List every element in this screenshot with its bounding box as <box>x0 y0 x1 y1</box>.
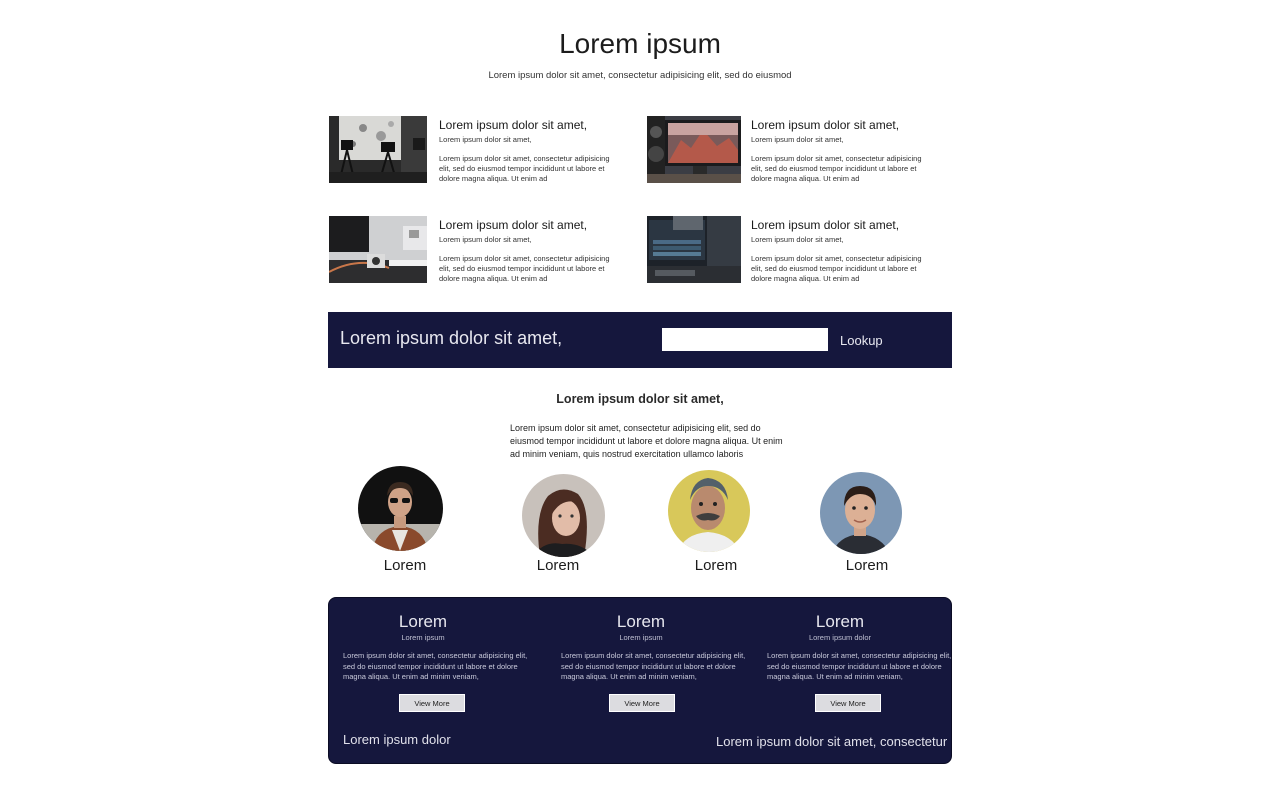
feature-title: Lorem ipsum dolor sit amet, <box>751 118 900 132</box>
man-sunglasses-avatar <box>358 466 443 551</box>
feature-item: Lorem ipsum dolor sit amet, Lorem ipsum … <box>329 216 629 284</box>
feature-item: Lorem ipsum dolor sit amet, Lorem ipsum … <box>647 116 947 184</box>
editing-workstation-photo <box>647 216 741 283</box>
view-more-button[interactable]: View More <box>609 694 675 712</box>
feature-body: Lorem ipsum dolor sit amet, consectetur … <box>751 254 922 283</box>
feature-item: Lorem ipsum dolor sit amet, Lorem ipsum … <box>329 116 629 184</box>
feature-subtitle: Lorem ipsum dolor sit amet, <box>439 235 532 244</box>
card-body: Lorem ipsum dolor sit amet, consectetur … <box>561 651 746 681</box>
page-subtitle: Lorem ipsum dolor sit amet, consectetur … <box>488 70 792 81</box>
feature-body: Lorem ipsum dolor sit amet, consectetur … <box>439 254 610 283</box>
desktop-monitor-photo <box>647 116 741 183</box>
lookup-button[interactable]: Lookup <box>836 333 887 348</box>
card-subtitle: Lorem ipsum dolor <box>808 633 872 642</box>
footer-left-text: Lorem ipsum dolor <box>343 732 451 747</box>
woman-avatar <box>522 474 605 557</box>
camera-studio-photo <box>329 116 427 183</box>
team-description: Lorem ipsum dolor sit amet, consectetur … <box>510 423 783 459</box>
member-name: Lorem <box>383 557 427 574</box>
feature-subtitle: Lorem ipsum dolor sit amet, <box>439 135 532 144</box>
feature-subtitle: Lorem ipsum dolor sit amet, <box>751 135 844 144</box>
view-more-button[interactable]: View More <box>399 694 465 712</box>
young-man-avatar <box>820 472 902 554</box>
card-body: Lorem ipsum dolor sit amet, consectetur … <box>767 651 952 681</box>
member-name: Lorem <box>536 557 580 574</box>
feature-title: Lorem ipsum dolor sit amet, <box>751 218 900 232</box>
feature-title: Lorem ipsum dolor sit amet, <box>439 218 588 232</box>
card-subtitle: Lorem ipsum <box>401 633 445 642</box>
feature-subtitle: Lorem ipsum dolor sit amet, <box>751 235 844 244</box>
card-body: Lorem ipsum dolor sit amet, consectetur … <box>343 651 528 681</box>
card-title: Lorem <box>398 612 448 631</box>
page-title: Lorem ipsum <box>559 28 721 59</box>
feature-body: Lorem ipsum dolor sit amet, consectetur … <box>439 154 610 183</box>
lookup-input[interactable] <box>662 328 828 351</box>
feature-title: Lorem ipsum dolor sit amet, <box>439 118 588 132</box>
footer-right-text: Lorem ipsum dolor sit amet, consectetur <box>716 734 948 749</box>
feature-body: Lorem ipsum dolor sit amet, consectetur … <box>751 154 922 183</box>
feature-item: Lorem ipsum dolor sit amet, Lorem ipsum … <box>647 216 947 284</box>
member-name: Lorem <box>694 557 738 574</box>
member-name: Lorem <box>845 557 889 574</box>
info-card: Lorem Lorem ipsum Lorem ipsum dolor sit … <box>343 612 533 683</box>
lookup-heading: Lorem ipsum dolor sit amet, <box>340 328 563 348</box>
older-man-avatar <box>668 470 750 552</box>
info-card: Lorem Lorem ipsum dolor Lorem ipsum dolo… <box>767 612 957 683</box>
desk-camera-photo <box>329 216 427 283</box>
card-subtitle: Lorem ipsum <box>619 633 663 642</box>
view-more-button[interactable]: View More <box>815 694 881 712</box>
info-card: Lorem Lorem ipsum Lorem ipsum dolor sit … <box>561 612 751 683</box>
team-title: Lorem ipsum dolor sit amet, <box>556 392 724 406</box>
card-title: Lorem <box>815 612 865 631</box>
card-title: Lorem <box>616 612 666 631</box>
